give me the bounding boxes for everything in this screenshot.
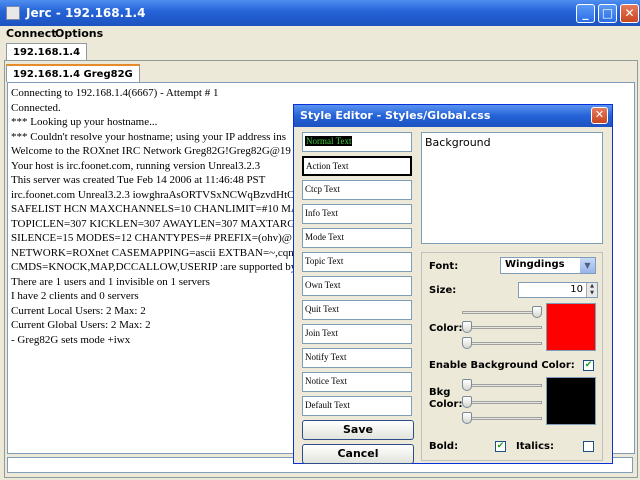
menu-bar: Connect Options [0, 26, 640, 43]
style-item-info-text[interactable]: Info Text [302, 204, 412, 224]
cancel-button[interactable]: Cancel [302, 444, 414, 464]
style-item-label: Info Text [305, 208, 338, 218]
dialog-title: Style Editor - Styles/Global.css [300, 109, 491, 122]
style-item-label: Quit Text [305, 304, 339, 314]
bold-checkbox[interactable]: ✔ [495, 441, 506, 452]
menu-connect[interactable]: Connect [6, 27, 57, 40]
style-item-label: Topic Text [305, 256, 344, 266]
style-preview: Background [421, 132, 603, 244]
chat-line: TOPICLEN=307 KICKLEN=307 AWAYLEN=307 MAX… [11, 217, 296, 230]
style-item-quit-text[interactable]: Quit Text [302, 300, 412, 320]
font-label: Font: [429, 261, 459, 272]
chat-line: Connecting to 192.168.1.4(6667) - Attemp… [11, 87, 219, 99]
save-button[interactable]: Save [302, 420, 414, 440]
bold-label: Bold: [429, 441, 459, 452]
font-select[interactable]: Wingdings ▼ [500, 257, 596, 274]
style-item-label: Own Text [305, 280, 341, 290]
size-spinner[interactable]: 10 ▲ ▼ [518, 282, 598, 298]
color-green-slider[interactable] [462, 321, 542, 333]
color-red-slider[interactable] [462, 306, 542, 318]
style-properties-panel: Font: Wingdings ▼ Size: 10 ▲ ▼ Color: En… [421, 252, 603, 461]
slider-thumb[interactable] [462, 412, 472, 424]
bkg-label: Bkg [429, 387, 451, 398]
size-label: Size: [429, 285, 457, 296]
chat-line: Current Local Users: 2 Max: 2 [11, 304, 146, 317]
chat-line: SAFELIST HCN MAXCHANNELS=10 CHANLIMIT=#1… [11, 203, 299, 215]
dialog-close-icon[interactable]: ✕ [591, 107, 608, 124]
style-item-label: Default Text [305, 400, 350, 410]
window-title: Jerc - 192.168.1.4 [26, 6, 146, 20]
enable-bg-label: Enable Background Color: [429, 360, 575, 371]
chat-line: Connected. [11, 101, 61, 114]
style-item-label: Action Text [306, 161, 349, 171]
chat-line: Current Global Users: 2 Max: 2 [11, 319, 151, 331]
spinner-up-icon[interactable]: ▲ [586, 283, 597, 290]
bkg-color-label: Color: [429, 399, 463, 410]
bkg-color-swatch[interactable] [546, 377, 596, 425]
chat-line: irc.foonet.com Unreal3.2.3 iowghraAsORTV… [11, 188, 296, 201]
chat-line: There are 1 users and 1 invisible on 1 s… [11, 275, 210, 288]
tab-server[interactable]: 192.168.1.4 [6, 43, 88, 61]
font-select-value: Wingdings [505, 259, 565, 270]
maximize-icon[interactable]: □ [598, 4, 617, 23]
chevron-down-icon[interactable]: ▼ [580, 258, 595, 273]
style-item-notice-text[interactable]: Notice Text [302, 372, 412, 392]
chat-line: - Greg82G sets mode +iwx [11, 333, 131, 346]
bkg-blue-slider[interactable] [462, 412, 542, 424]
style-item-label: Normal Text [305, 136, 353, 146]
app-icon [6, 6, 20, 20]
dialog-titlebar: Style Editor - Styles/Global.css ✕ [294, 105, 612, 127]
style-item-join-text[interactable]: Join Text [302, 324, 412, 344]
chat-line: NETWORK=ROXnet CASEMAPPING=ascii EXTBAN=… [11, 246, 298, 259]
style-item-notify-text[interactable]: Notify Text [302, 348, 412, 368]
style-editor-dialog: Style Editor - Styles/Global.css ✕ Norma… [293, 104, 613, 464]
style-item-label: Join Text [305, 328, 338, 338]
preview-text: Background [425, 136, 491, 149]
slider-thumb[interactable] [462, 337, 472, 349]
style-item-label: Notice Text [305, 376, 347, 386]
style-item-default-text[interactable]: Default Text [302, 396, 412, 416]
style-item-topic-text[interactable]: Topic Text [302, 252, 412, 272]
chat-line: Your host is irc.foonet.com, running ver… [11, 159, 261, 172]
chat-line: This server was created Tue Feb 14 2006 … [11, 174, 266, 186]
window-titlebar: Jerc - 192.168.1.4 _ □ ✕ [0, 0, 640, 26]
enable-bg-checkbox[interactable]: ✔ [583, 360, 594, 371]
color-label: Color: [429, 323, 463, 334]
italics-label: Italics: [516, 441, 554, 452]
style-item-ctcp-text[interactable]: Ctcp Text [302, 180, 412, 200]
chat-line: I have 2 clients and 0 servers [11, 290, 139, 302]
slider-thumb[interactable] [532, 306, 542, 318]
minimize-icon[interactable]: _ [576, 4, 595, 23]
chat-line: SILENCE=15 MODES=12 CHANTYPES=# PREFIX=(… [11, 232, 292, 244]
style-item-own-text[interactable]: Own Text [302, 276, 412, 296]
chat-line: *** Couldn't resolve your hostname; usin… [11, 130, 287, 143]
style-item-label: Mode Text [305, 232, 344, 242]
color-blue-slider[interactable] [462, 337, 542, 349]
style-item-mode-text[interactable]: Mode Text [302, 228, 412, 248]
chat-line: *** Looking up your hostname... [11, 116, 158, 128]
close-icon[interactable]: ✕ [620, 4, 639, 23]
style-item-label: Notify Text [305, 352, 347, 362]
bkg-green-slider[interactable] [462, 396, 542, 408]
tab-channel[interactable]: 192.168.1.4 Greg82G [6, 64, 140, 82]
color-swatch[interactable] [546, 303, 596, 351]
chat-line: CMDS=KNOCK,MAP,DCCALLOW,USERIP :are supp… [11, 261, 297, 273]
chat-line: Welcome to the ROXnet IRC Network Greg82… [11, 145, 291, 157]
style-item-label: Ctcp Text [305, 184, 340, 194]
style-item-action-text[interactable]: Action Text [302, 156, 412, 176]
italics-checkbox[interactable] [583, 441, 594, 452]
size-value: 10 [570, 284, 583, 295]
spinner-down-icon[interactable]: ▼ [586, 290, 597, 297]
style-item-normal-text[interactable]: Normal Text [302, 132, 412, 152]
menu-options[interactable]: Options [55, 27, 103, 40]
slider-thumb[interactable] [462, 396, 472, 408]
slider-thumb[interactable] [462, 379, 472, 391]
bkg-red-slider[interactable] [462, 379, 542, 391]
slider-thumb[interactable] [462, 321, 472, 333]
